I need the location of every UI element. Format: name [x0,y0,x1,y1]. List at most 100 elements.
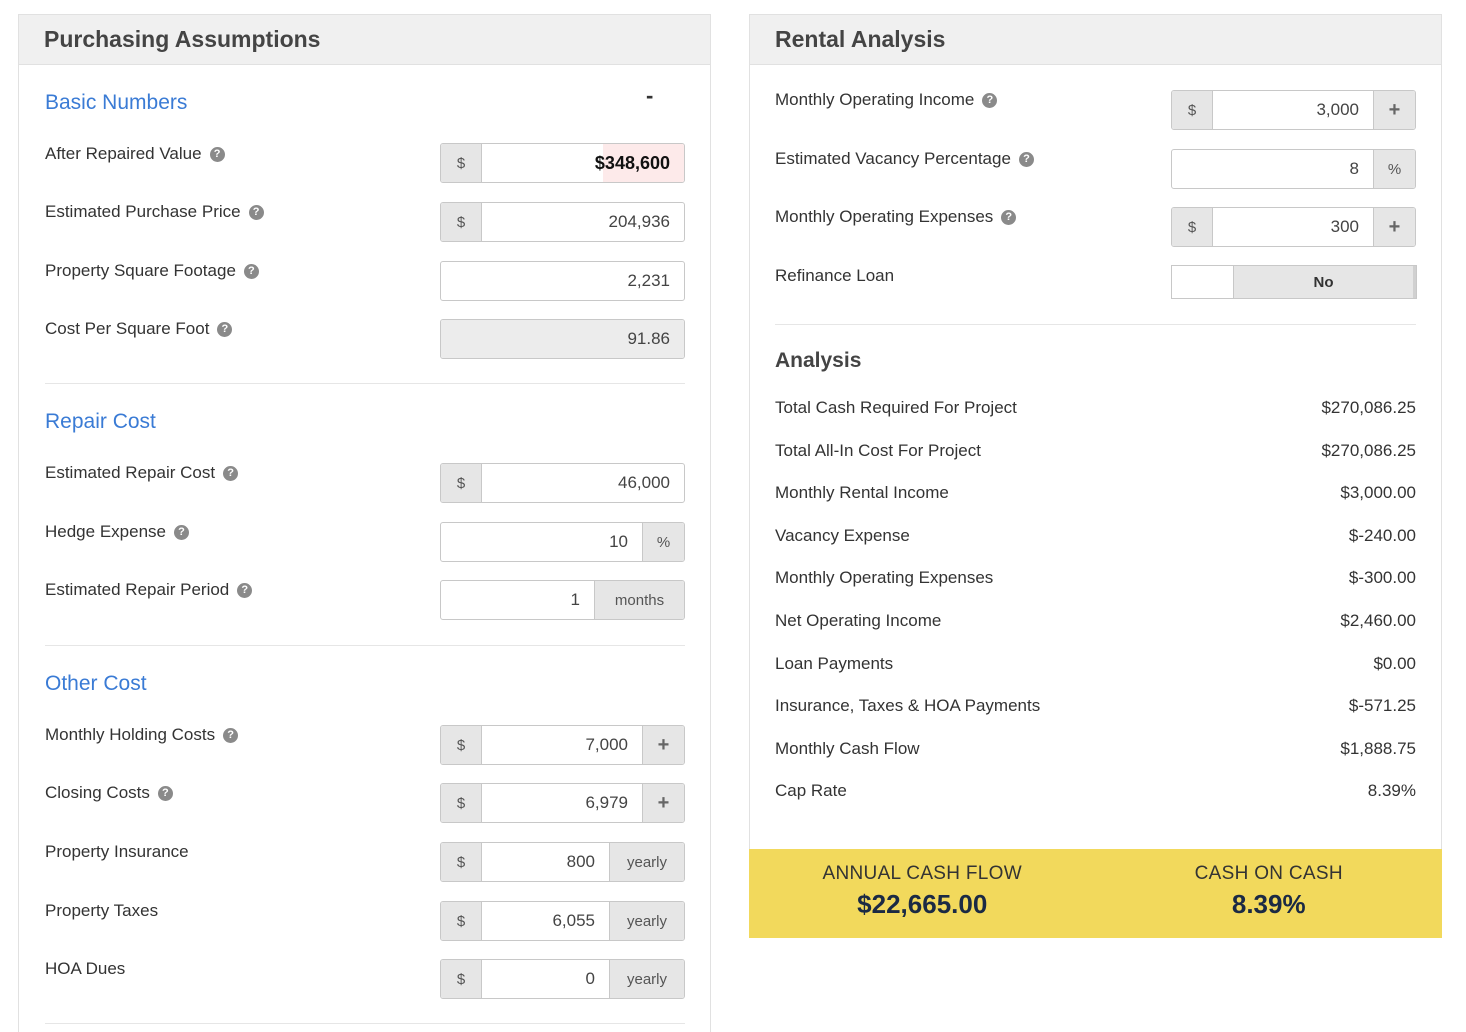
collapse-toggle[interactable]: - [646,83,653,109]
hoa-field[interactable]: $ 0 yearly [440,959,685,999]
rental-analysis-panel: Rental Analysis Monthly Operating Income… [749,14,1442,938]
dollar-prefix: $ [441,726,482,764]
dollar-prefix: $ [441,784,482,822]
purchasing-header: Purchasing Assumptions [19,15,710,65]
repair-cost-input[interactable]: 46,000 [482,464,684,502]
dollar-prefix: $ [441,902,482,940]
cost-per-sqft-value: 91.86 [441,320,684,358]
toggle-knob[interactable] [1172,266,1234,298]
help-icon[interactable]: ? [237,582,253,598]
hedge-expense-field[interactable]: 10 % [440,522,685,562]
basic-numbers-title: Basic Numbers [45,91,188,114]
plus-icon[interactable]: + [642,726,684,764]
dollar-prefix: $ [441,144,482,182]
holding-costs-field[interactable]: $ 7,000 + [440,725,685,765]
purchase-price-input[interactable]: 204,936 [482,203,684,241]
operating-income-field[interactable]: $ 3,000 + [1171,90,1416,130]
analysis-row-label: Total Cash Required For Project [775,398,1017,417]
analysis-row-value: $1,888.75 [1340,738,1416,758]
cost-per-sqft-field: 91.86 [440,319,685,359]
operating-expenses-field[interactable]: $ 300 + [1171,207,1416,247]
analysis-row-label: Monthly Rental Income [775,483,949,503]
analysis-row: Cap Rate 8.39% [775,781,1416,801]
analysis-row-value: $-240.00 [1348,525,1416,545]
help-icon[interactable]: ? [209,146,225,162]
taxes-field[interactable]: $ 6,055 yearly [440,901,685,941]
analysis-row-label: Loan Payments [775,653,894,673]
help-icon[interactable]: ? [982,92,998,108]
closing-costs-input[interactable]: 6,979 [482,784,642,822]
sqft-field[interactable]: 2,231 [440,261,685,301]
operating-expenses-label: Monthly Operating Expenses ? [775,207,1017,227]
hoa-label: HOA Dues [45,959,126,978]
insurance-input[interactable]: 800 [482,843,609,881]
vacancy-input[interactable]: 8 [1172,150,1373,188]
annual-cash-flow-block: ANNUAL CASH FLOW $22,665.00 [749,849,1096,938]
yearly-suffix: yearly [609,902,684,940]
other-cost-title: Other Cost [45,672,147,695]
plus-icon[interactable]: + [1373,208,1415,246]
analysis-row-label: Monthly Operating Expenses [775,568,994,588]
help-icon[interactable]: ? [223,727,239,743]
operating-income-input[interactable]: 3,000 [1213,91,1373,129]
help-icon[interactable]: ? [248,204,264,220]
sqft-input[interactable]: 2,231 [441,262,684,300]
repair-period-field[interactable]: 1 months [440,580,685,620]
analysis-row: Monthly Cash Flow $1,888.75 [775,739,1416,759]
analysis-row: Loan Payments $0.00 [775,654,1416,674]
taxes-label: Property Taxes [45,901,159,920]
analysis-row: Net Operating Income $2,460.00 [775,611,1416,631]
arv-input[interactable]: $348,600 [482,144,684,182]
help-icon[interactable]: ? [223,465,239,481]
analysis-row: Monthly Rental Income $3,000.00 [775,483,1416,503]
repair-period-input[interactable]: 1 [441,581,594,619]
operating-expenses-input[interactable]: 300 [1213,208,1373,246]
yearly-suffix: yearly [609,843,684,881]
yearly-suffix: yearly [609,960,684,998]
analysis-row-value: $-300.00 [1348,568,1416,588]
help-icon[interactable]: ? [157,785,173,801]
insurance-field[interactable]: $ 800 yearly [440,842,685,882]
analysis-row-value: $0.00 [1373,653,1416,673]
dollar-prefix: $ [441,464,482,502]
sqft-label: Property Square Footage ? [45,261,259,281]
purchase-price-field[interactable]: $ 204,936 [440,202,685,242]
percent-suffix: % [1373,150,1415,188]
plus-icon[interactable]: + [1373,91,1415,129]
hoa-input[interactable]: 0 [482,960,609,998]
arv-field[interactable]: $ $348,600 [440,143,685,183]
refinance-toggle[interactable]: No [1171,265,1417,299]
section-divider [45,383,685,384]
cost-per-sqft-label: Cost Per Square Foot ? [45,319,233,339]
closing-costs-label: Closing Costs ? [45,783,173,803]
analysis-row: Total All-In Cost For Project $270,086.25 [775,441,1416,461]
toggle-state: No [1234,266,1416,298]
vacancy-field[interactable]: 8 % [1171,149,1416,189]
analysis-row: Vacancy Expense $-240.00 [775,526,1416,546]
insurance-label: Property Insurance [45,842,189,861]
repair-cost-field[interactable]: $ 46,000 [440,463,685,503]
purchasing-assumptions-panel: Purchasing Assumptions Basic Numbers - A… [18,14,711,1032]
help-icon[interactable]: ? [243,263,259,279]
purchasing-title: Purchasing Assumptions [44,26,321,52]
cash-on-cash-label: CASH ON CASH [1194,863,1343,884]
hedge-expense-input[interactable]: 10 [441,523,642,561]
analysis-row-value: $270,086.25 [1321,398,1416,417]
holding-costs-input[interactable]: 7,000 [482,726,642,764]
taxes-input[interactable]: 6,055 [482,902,609,940]
closing-costs-field[interactable]: $ 6,979 + [440,783,685,823]
arv-label: After Repaired Value ? [45,144,225,164]
help-icon[interactable]: ? [173,524,189,540]
months-suffix: months [594,581,684,619]
analysis-title: Analysis [775,349,862,372]
analysis-row-label: Insurance, Taxes & HOA Payments [775,696,1041,716]
analysis-row-value: 8.39% [1367,781,1416,801]
dollar-prefix: $ [441,203,482,241]
cash-on-cash-value: 8.39% [1231,889,1306,919]
help-icon[interactable]: ? [217,321,233,337]
help-icon[interactable]: ? [1018,151,1034,167]
plus-icon[interactable]: + [642,784,684,822]
analysis-row-value: $-571.25 [1348,696,1416,716]
dollar-prefix: $ [441,843,482,881]
help-icon[interactable]: ? [1001,209,1017,225]
